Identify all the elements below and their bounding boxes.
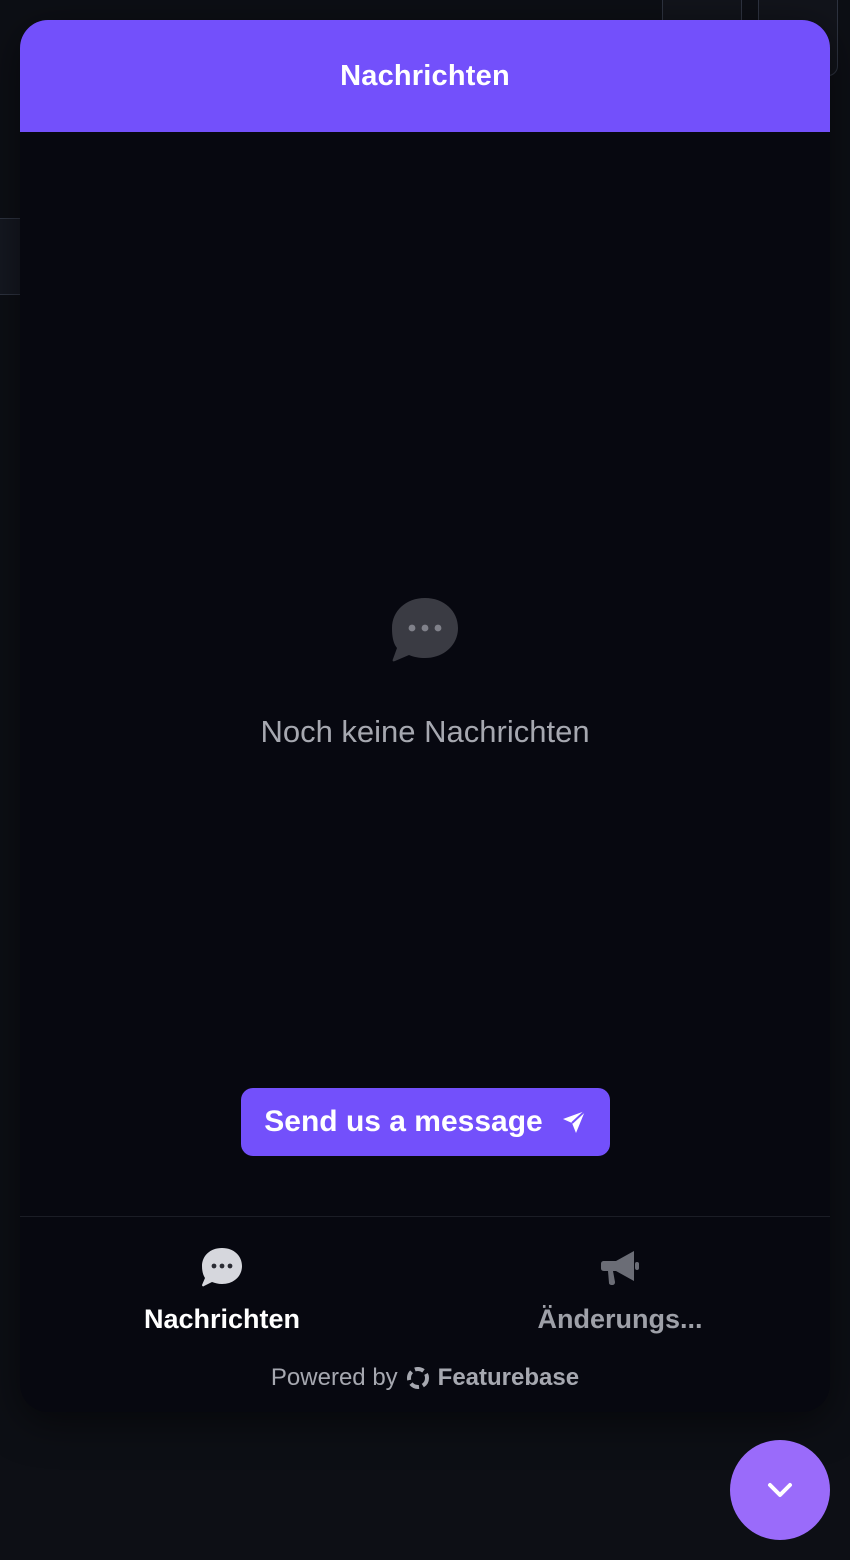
megaphone-icon — [601, 1251, 639, 1285]
featurebase-logo-icon — [406, 1367, 429, 1389]
powered-by-link[interactable]: Powered by Featurebase — [20, 1364, 830, 1392]
chat-bubble-icon — [392, 598, 458, 662]
chat-bubble-icon — [202, 1248, 242, 1287]
widget-toggle-button[interactable] — [730, 1440, 830, 1540]
send-message-button[interactable]: Send us a message — [241, 1088, 610, 1156]
nav-divider — [20, 1216, 830, 1217]
send-message-label: Send us a message — [264, 1105, 543, 1138]
header-title: Nachrichten — [340, 59, 510, 92]
powered-by-text: Powered by — [270, 1364, 398, 1391]
nav-tab-label: Nachrichten — [143, 1304, 301, 1334]
paper-plane-icon — [562, 1110, 586, 1133]
nav-tab-label: Änderungs... — [537, 1304, 703, 1334]
powered-by-brand: Featurebase — [437, 1364, 580, 1391]
nav-tab-messages[interactable]: Nachrichten — [92, 1246, 352, 1335]
empty-state-text: Noch keine Nachrichten — [260, 714, 590, 749]
chevron-down-icon — [768, 1483, 792, 1497]
nav-tab-changelog[interactable]: Änderungs... — [490, 1246, 750, 1335]
messenger-widget: Nachrichten Noch keine Nachrichten Send … — [20, 20, 830, 1412]
widget-header: Nachrichten — [20, 20, 830, 132]
empty-state: Noch keine Nachrichten — [20, 596, 830, 750]
